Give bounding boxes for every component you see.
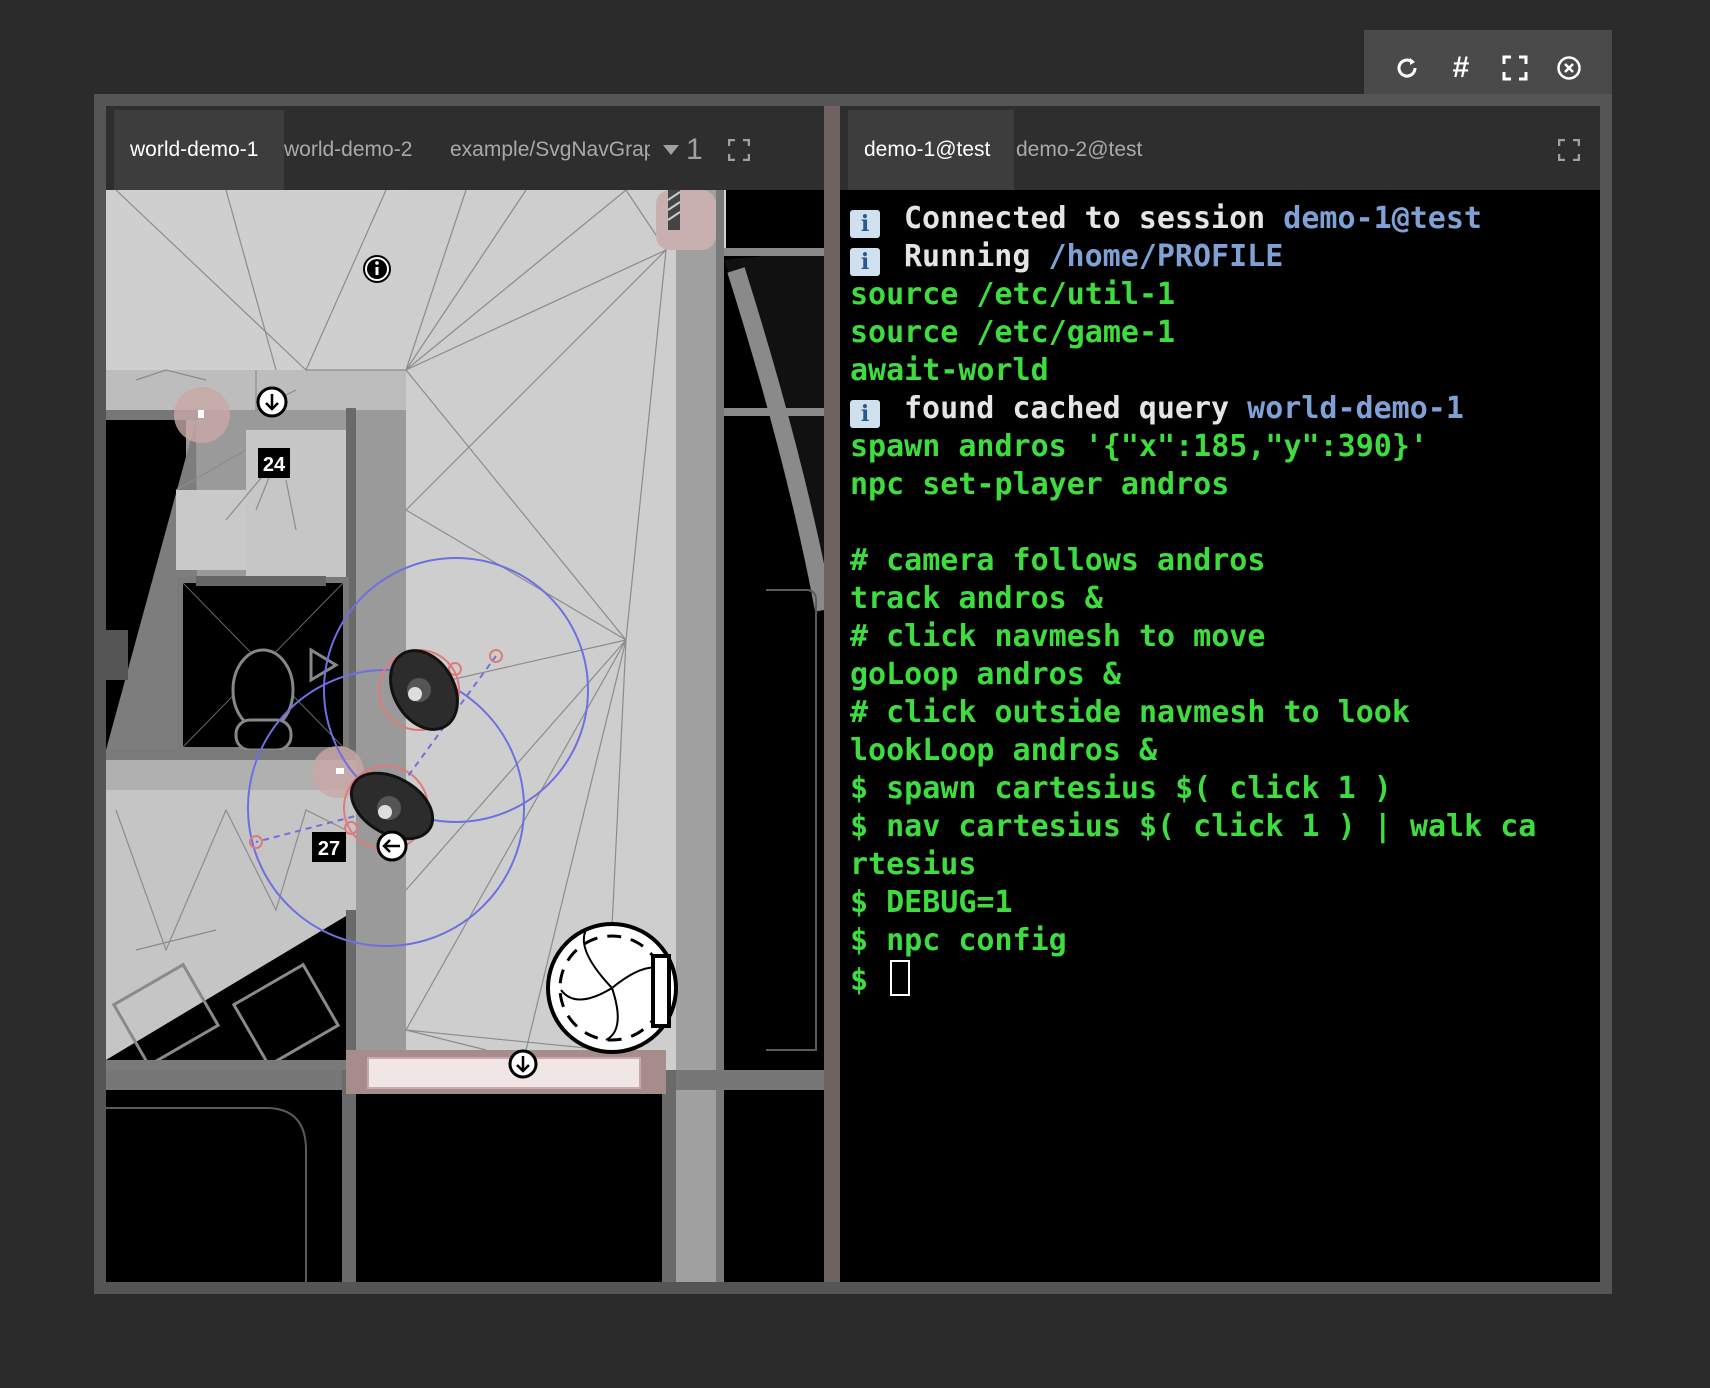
terminal-line: i Connected to session demo-1@test bbox=[850, 200, 1590, 238]
terminal-highlight: demo-1@test bbox=[1283, 201, 1482, 236]
tab-demo-1-test[interactable]: demo-1@test bbox=[848, 110, 1014, 190]
terminal-text: # click outside navmesh to look bbox=[850, 695, 1410, 730]
terminal-text: lookLoop andros & bbox=[850, 733, 1158, 768]
pane-divider[interactable] bbox=[824, 106, 840, 1282]
arrow-left-icon[interactable] bbox=[376, 830, 408, 862]
info-icon: i bbox=[850, 248, 880, 276]
terminal-line: await-world bbox=[850, 352, 1590, 390]
world-canvas[interactable]: 24 27 bbox=[106, 190, 824, 1282]
terminal-line: source /etc/game-1 bbox=[850, 314, 1590, 352]
terminal-output[interactable]: i Connected to session demo-1@test i Runnin… bbox=[840, 190, 1600, 1282]
terminal-text: found cached query bbox=[904, 391, 1248, 426]
terminal-line: spawn andros '{"x":185,"y":390}' bbox=[850, 428, 1590, 466]
fullscreen-icon[interactable] bbox=[1498, 51, 1532, 85]
terminal-pane: demo-1@test demo-2@test i Connected to se… bbox=[840, 106, 1600, 1282]
terminal-line: # click outside navmesh to look bbox=[850, 694, 1590, 732]
terminal-line: npc set-player andros bbox=[850, 466, 1590, 504]
terminal-line: $ nav cartesius $( click 1 ) | walk ca bbox=[850, 808, 1590, 846]
terminal-line: # camera follows andros bbox=[850, 542, 1590, 580]
terminal-text: $ npc config bbox=[850, 923, 1067, 958]
arrow-down-icon[interactable] bbox=[256, 386, 288, 418]
terminal-highlight: /home/PROFILE bbox=[1048, 239, 1284, 274]
terminal-text: npc set-player andros bbox=[850, 467, 1230, 502]
terminal-text: Running bbox=[904, 239, 1049, 274]
close-circle-icon[interactable] bbox=[1552, 51, 1586, 85]
terminal-text: rtesius bbox=[850, 847, 977, 882]
terminal-text: Connected to session bbox=[904, 201, 1284, 236]
terminal-line: source /etc/util-1 bbox=[850, 276, 1590, 314]
terminal-tabbar: demo-1@test demo-2@test bbox=[840, 106, 1600, 191]
grid-hash-icon[interactable]: # bbox=[1444, 51, 1478, 85]
terminal-cursor[interactable] bbox=[890, 960, 911, 996]
pane-fullscreen-icon[interactable] bbox=[728, 110, 750, 190]
terminal-line: $ npc config bbox=[850, 922, 1590, 960]
terminal-line: rtesius bbox=[850, 846, 1590, 884]
room-label: 27 bbox=[318, 838, 340, 860]
tab-demo-2-test[interactable]: demo-2@test bbox=[1000, 110, 1172, 190]
round-table bbox=[546, 922, 678, 1054]
terminal-text: track andros & bbox=[850, 581, 1103, 616]
world-map[interactable]: 24 27 bbox=[106, 190, 824, 1282]
terminal-highlight: world-demo-1 bbox=[1247, 391, 1464, 426]
refresh-icon[interactable] bbox=[1390, 51, 1424, 85]
tab-example-svgnavgraph[interactable]: example/SvgNavGraph bbox=[434, 110, 650, 190]
terminal-text: $ DEBUG=1 bbox=[850, 885, 1013, 920]
info-icon[interactable] bbox=[363, 255, 391, 283]
world-tabbar: world-demo-1 world-demo-2 example/SvgNav… bbox=[106, 106, 824, 191]
terminal-text: source /etc/game-1 bbox=[850, 315, 1176, 350]
terminal-line: i found cached query world-demo-1 bbox=[850, 390, 1590, 428]
terminal-text: $ nav cartesius $( click 1 ) | walk ca bbox=[850, 809, 1537, 844]
terminal-text: # click navmesh to move bbox=[850, 619, 1266, 654]
terminal-text: source /etc/util-1 bbox=[850, 277, 1176, 312]
terminal-line: lookLoop andros & bbox=[850, 732, 1590, 770]
terminal-line: # click navmesh to move bbox=[850, 618, 1590, 656]
terminal-line: $ bbox=[850, 960, 1590, 998]
terminal-text: await-world bbox=[850, 353, 1049, 388]
arrow-down-icon[interactable] bbox=[508, 1049, 538, 1079]
pane-fullscreen-icon[interactable] bbox=[1558, 110, 1580, 190]
tab-world-demo-1[interactable]: world-demo-1 bbox=[114, 110, 284, 190]
terminal-line: $ DEBUG=1 bbox=[850, 884, 1590, 922]
terminal-text: goLoop andros & bbox=[850, 657, 1121, 692]
terminal-line: i Running /home/PROFILE bbox=[850, 238, 1590, 276]
terminal-text: # camera follows andros bbox=[850, 543, 1266, 578]
terminal-line: track andros & bbox=[850, 580, 1590, 618]
terminal-text: $ bbox=[850, 963, 887, 998]
info-icon: i bbox=[850, 210, 880, 238]
terminal-text: spawn andros '{"x":185,"y":390}' bbox=[850, 429, 1428, 464]
tab-overflow-count: 1 bbox=[686, 133, 703, 166]
info-icon: i bbox=[850, 400, 880, 428]
terminal-line: goLoop andros & bbox=[850, 656, 1590, 694]
chevron-down-icon[interactable] bbox=[662, 110, 680, 190]
tab-world-demo-2[interactable]: world-demo-2 bbox=[268, 110, 448, 190]
world-pane: world-demo-1 world-demo-2 example/SvgNav… bbox=[106, 106, 824, 1282]
main-frame: world-demo-1 world-demo-2 example/SvgNav… bbox=[94, 94, 1612, 1294]
terminal-text: $ spawn cartesius $( click 1 ) bbox=[850, 771, 1392, 806]
terminal-line: $ spawn cartesius $( click 1 ) bbox=[850, 770, 1590, 808]
room-label: 24 bbox=[263, 454, 286, 476]
